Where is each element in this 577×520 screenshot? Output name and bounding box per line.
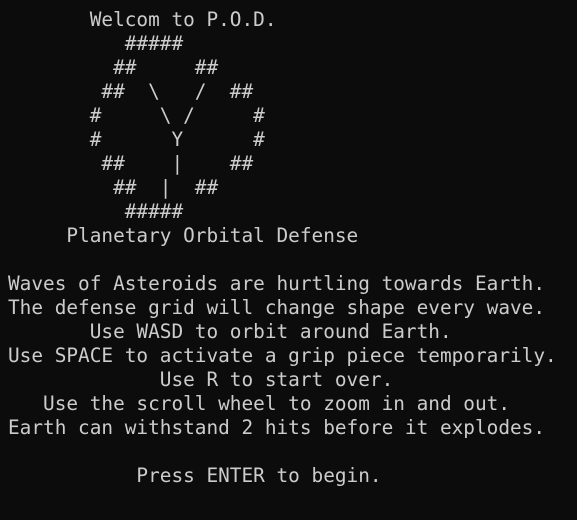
ascii-art-line-6: ## | ## <box>8 152 254 175</box>
instruction-line: Waves of Asteroids are hurtling towards … <box>8 272 546 295</box>
ascii-art-line-8: ##### <box>8 200 184 223</box>
terminal-window[interactable]: Welcom to P.O.D. ##### ## ## ## \ / ## #… <box>0 0 577 520</box>
ascii-art-line-3: ## \ / ## <box>8 80 254 103</box>
ascii-art-line-7: ## | ## <box>8 176 219 199</box>
instruction-line: Use WASD to orbit around Earth. <box>8 320 452 343</box>
ascii-art-line-4: # \ / # <box>8 104 265 127</box>
ascii-art-line-5: # Y # <box>8 128 265 151</box>
press-enter-prompt: Press ENTER to begin. <box>8 464 382 487</box>
instruction-line: Use SPACE to activate a grip piece tempo… <box>8 344 557 367</box>
game-subtitle: Planetary Orbital Defense <box>8 224 359 247</box>
welcome-title: Welcom to P.O.D. <box>8 8 277 31</box>
instruction-line: Earth can withstand 2 hits before it exp… <box>8 416 546 439</box>
instruction-line: The defense grid will change shape every… <box>8 296 546 319</box>
instruction-line: Use the scroll wheel to zoom in and out. <box>8 392 510 415</box>
instruction-line: Use R to start over. <box>8 368 394 391</box>
ascii-art-line-1: ##### <box>8 32 184 55</box>
ascii-art-line-2: ## ## <box>8 56 219 79</box>
